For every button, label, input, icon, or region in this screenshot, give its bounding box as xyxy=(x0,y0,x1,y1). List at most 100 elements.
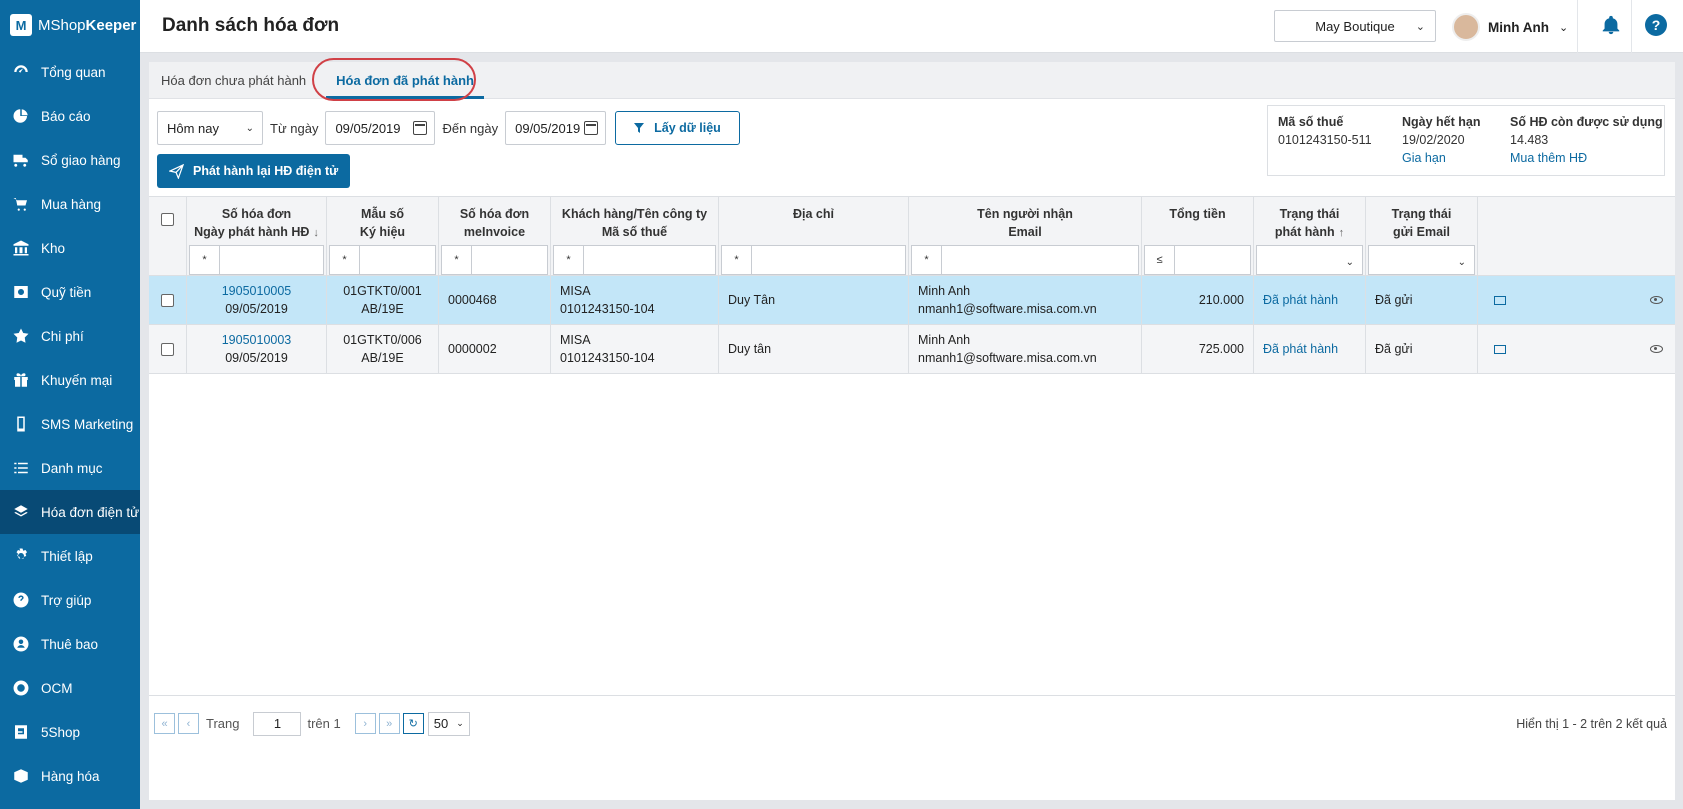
total-value: 725.000 xyxy=(1198,342,1244,356)
col-meinvoice[interactable]: Số hóa đơn meInvoice * xyxy=(439,197,551,275)
first-page-icon[interactable]: « xyxy=(154,713,175,734)
chevron-down-icon: ⌄ xyxy=(1558,21,1569,34)
renew-link[interactable]: Gia hạn xyxy=(1402,149,1510,167)
select-all-checkbox[interactable] xyxy=(161,213,174,226)
ocm-icon xyxy=(11,678,31,698)
table-cell xyxy=(149,276,187,324)
last-page-icon[interactable]: » xyxy=(378,713,400,734)
filter-operator[interactable]: * xyxy=(330,246,360,274)
page-input[interactable]: 1 xyxy=(253,711,302,736)
sidebar-item-14[interactable]: OCM xyxy=(0,666,140,710)
app-logo[interactable]: M MShop Keeper xyxy=(0,0,140,50)
period-select[interactable]: Hôm nay ⌄ xyxy=(157,111,263,145)
recipient-email: nmanh1@software.misa.com.vn xyxy=(918,302,1097,316)
page-label: Trang xyxy=(206,716,240,731)
customer-filter[interactable]: * xyxy=(553,245,716,275)
sidebar-item-4[interactable]: Kho xyxy=(0,226,140,270)
col-template[interactable]: Mẫu số Ký hiệu * xyxy=(327,197,439,275)
view-icon[interactable] xyxy=(1650,345,1663,353)
invoice-no-link[interactable]: 1905010003 xyxy=(222,331,292,349)
filter-operator[interactable]: * xyxy=(722,246,752,274)
bell-icon[interactable] xyxy=(1600,14,1624,38)
invoice-no-link[interactable]: 1905010005 xyxy=(222,282,292,300)
refresh-icon[interactable]: ↻ xyxy=(402,713,424,734)
gear-icon xyxy=(11,546,31,566)
filter-operator[interactable]: * xyxy=(442,246,472,274)
sidebar-item-5[interactable]: Quỹ tiền xyxy=(0,270,140,314)
send-email-icon[interactable] xyxy=(1494,295,1506,305)
invoice-no-filter[interactable]: * xyxy=(189,245,324,275)
help-icon[interactable]: ? xyxy=(1645,14,1667,36)
sidebar-item-12[interactable]: Trợ giúp xyxy=(0,578,140,622)
sidebar-item-16[interactable]: Hàng hóa xyxy=(0,754,140,798)
table-cell: 1905010005 09/05/2019 xyxy=(187,276,327,324)
table-cell: Duy tân xyxy=(719,325,909,373)
col-email-status[interactable]: Trạng thái gửi Email ⌄ xyxy=(1366,197,1478,275)
calendar-icon[interactable] xyxy=(584,121,599,135)
status-filter[interactable]: ⌄ xyxy=(1256,245,1363,275)
filter-operator[interactable]: * xyxy=(554,246,584,274)
store-select[interactable]: May Boutique ⌄ xyxy=(1274,10,1436,42)
table-cell: Duy Tân xyxy=(719,276,909,324)
address-filter[interactable]: * xyxy=(721,245,906,275)
send-email-icon[interactable] xyxy=(1494,344,1506,354)
email-status-filter[interactable]: ⌄ xyxy=(1368,245,1475,275)
sidebar-item-label: Mua hàng xyxy=(41,196,102,212)
issue-status-link[interactable]: Đã phát hành xyxy=(1263,291,1356,309)
table-row[interactable]: 1905010003 09/05/2019 01GTKT0/006 AB/19E 000… xyxy=(149,325,1675,374)
sidebar-item-2[interactable]: Sổ giao hàng xyxy=(0,138,140,182)
sidebar-item-13[interactable]: Thuê bao xyxy=(0,622,140,666)
sidebar-item-7[interactable]: Khuyến mại xyxy=(0,358,140,402)
filter-operator[interactable]: * xyxy=(190,246,220,274)
total-filter[interactable]: ≤ xyxy=(1144,245,1251,275)
reissue-invoice-button[interactable]: Phát hành lại HĐ điện tử xyxy=(157,154,351,188)
chevron-down-icon: ⌄ xyxy=(245,122,254,134)
divider xyxy=(1631,0,1632,53)
col-invoice-no[interactable]: Số hóa đơn Ngày phát hành HĐ ↓ * xyxy=(187,197,327,275)
calendar-icon[interactable] xyxy=(413,121,428,135)
col-meinvoice-sub: meInvoice xyxy=(463,225,526,239)
template-filter[interactable]: * xyxy=(329,245,436,275)
sidebar-item-3[interactable]: Mua hàng xyxy=(0,182,140,226)
row-checkbox[interactable] xyxy=(161,342,174,356)
col-recipient[interactable]: Tên người nhận Email * xyxy=(909,197,1142,275)
sidebar-item-1[interactable]: Báo cáo xyxy=(0,94,140,138)
sidebar-item-11[interactable]: Thiết lập xyxy=(0,534,140,578)
buy-more-link[interactable]: Mua thêm HĐ xyxy=(1510,149,1663,167)
row-checkbox[interactable] xyxy=(161,293,174,307)
recipient-filter[interactable]: * xyxy=(911,245,1139,275)
remaining-label: Số HĐ còn được sử dụng xyxy=(1510,115,1663,129)
issue-status-link[interactable]: Đã phát hành xyxy=(1263,340,1356,358)
filter-operator[interactable]: ≤ xyxy=(1145,246,1175,274)
user-menu[interactable]: Minh Anh ⌄ xyxy=(1452,10,1568,44)
from-date-input[interactable]: 09/05/2019 xyxy=(325,111,436,145)
prev-page-icon[interactable]: ‹ xyxy=(178,713,199,734)
sort-down-icon: ↓ xyxy=(313,227,319,239)
help-icon xyxy=(11,590,31,610)
col-customer[interactable]: Khách hàng/Tên công ty Mã số thuế * xyxy=(551,197,719,275)
table-row[interactable]: 1905010005 09/05/2019 01GTKT0/001 AB/19E 000… xyxy=(149,276,1675,325)
pagination: « ‹ Trang 1 trên 1 › » ↻ 50 ⌄ Hiển thị 1 … xyxy=(149,695,1675,751)
sidebar-item-6[interactable]: Chi phí xyxy=(0,314,140,358)
to-date-input[interactable]: 09/05/2019 xyxy=(505,111,607,145)
sidebar-item-8[interactable]: SMS Marketing xyxy=(0,402,140,446)
tab-unissued[interactable]: Hóa đơn chưa phát hành xyxy=(149,62,318,98)
filter-operator[interactable]: * xyxy=(912,246,942,274)
col-address[interactable]: Địa chỉ * xyxy=(719,197,909,275)
next-page-icon[interactable]: › xyxy=(354,713,376,734)
sidebar-item-0[interactable]: Tổng quan xyxy=(0,50,140,94)
sidebar-item-9[interactable]: Danh mục xyxy=(0,446,140,490)
fetch-data-button[interactable]: Lấy dữ liệu xyxy=(615,111,740,145)
sidebar-item-15[interactable]: 5Shop xyxy=(0,710,140,754)
meinvoice-value: 0000002 xyxy=(448,342,497,356)
meinvoice-filter[interactable]: * xyxy=(441,245,548,275)
view-icon[interactable] xyxy=(1650,296,1663,304)
table-cell: 0000002 xyxy=(439,325,551,373)
page-size-select[interactable]: 50 ⌄ xyxy=(427,711,470,736)
sidebar-item-10[interactable]: Hóa đơn điện tử xyxy=(0,490,140,534)
tax-code-label: Mã số thuế xyxy=(1278,115,1344,129)
col-status[interactable]: Trạng thái phát hành ↑ ⌄ xyxy=(1254,197,1366,275)
col-total[interactable]: Tổng tiền ≤ xyxy=(1142,197,1254,275)
tab-issued[interactable]: Hóa đơn đã phát hành xyxy=(324,62,486,99)
table-cell: MISA 0101243150-104 xyxy=(551,325,719,373)
